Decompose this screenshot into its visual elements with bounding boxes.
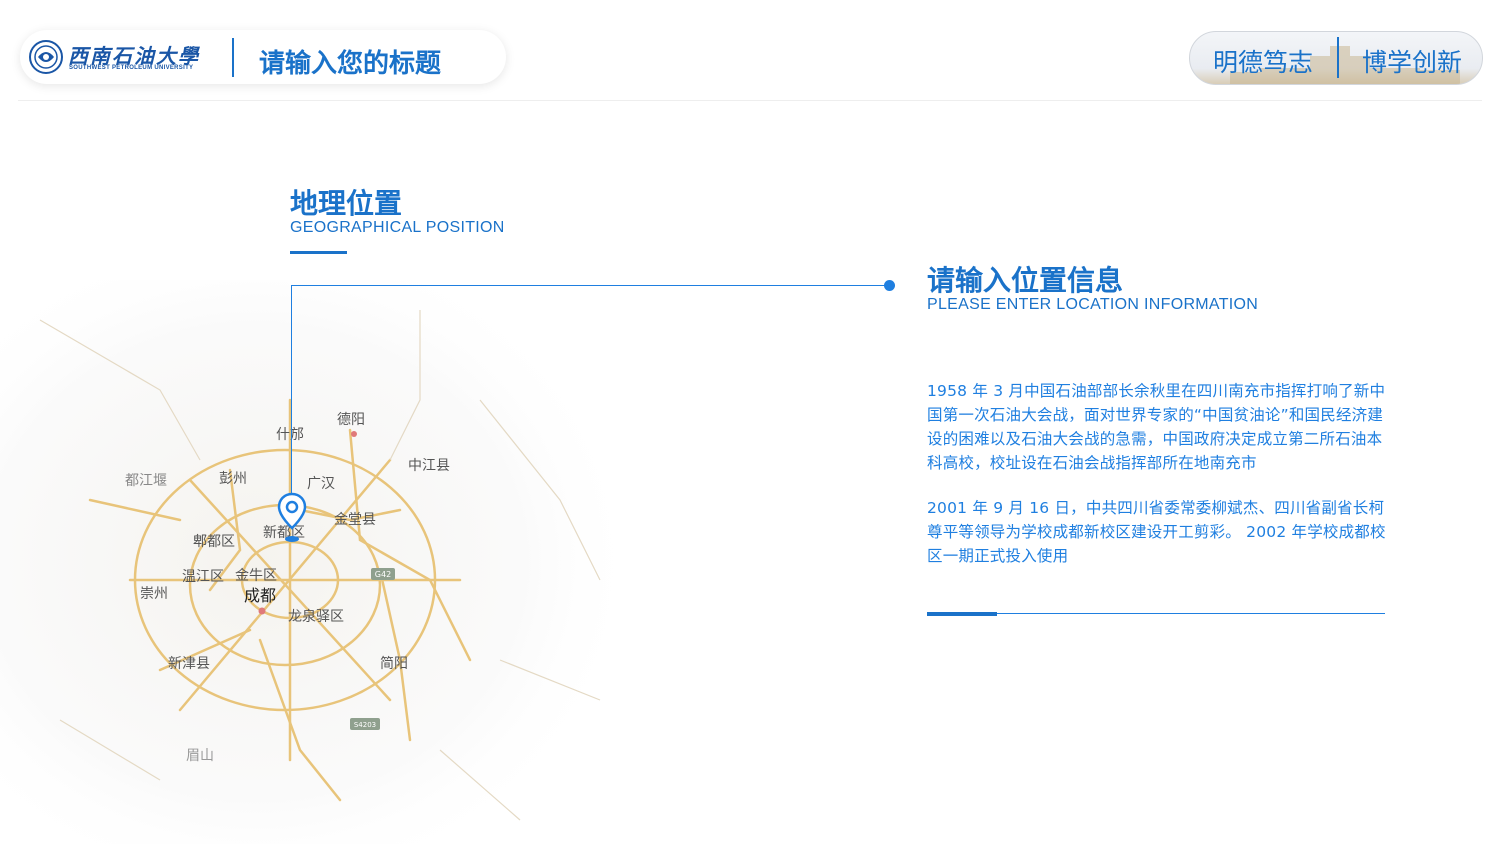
location-pin-icon [277, 492, 307, 542]
road-badge-g42: G42 [375, 570, 391, 579]
info-paragraph-2: 2001 年 9 月 16 日，中共四川省委常委柳斌杰、四川省副省长柯尊平等领导… [927, 499, 1386, 565]
connector-vertical-line [291, 285, 292, 498]
map-label-shifang: 什邡 [276, 426, 304, 443]
map-label-pixian: 郫都区 [193, 534, 235, 550]
map-label-jintang: 金堂县 [334, 512, 376, 528]
header-divider [232, 38, 234, 77]
info-subtitle: PLEASE ENTER LOCATION INFORMATION [927, 296, 1259, 313]
map-label-pengzhou: 彭州 [219, 471, 247, 487]
city-dot-chengdu [258, 607, 266, 615]
map-label-xinjin: 新津县 [168, 656, 210, 672]
section-subtitle: GEOGRAPHICAL POSITION [290, 219, 505, 236]
map-label-jinniu: 金牛区 [235, 568, 277, 584]
connector-dot [884, 280, 895, 291]
map-label-chongzhou: 崇州 [140, 586, 168, 602]
header-rule [18, 100, 1482, 101]
section-underline [290, 251, 347, 254]
city-dot-deyang [351, 431, 357, 437]
map-label-deyang: 德阳 [337, 412, 365, 428]
info-divider-accent [927, 612, 997, 616]
chengdu-map: G42 S4203 德阳 什邡 中江县 都江堰 彭州 广汉 新都区 金堂县 郫都… [0, 280, 640, 844]
info-paragraph-1: 1958 年 3 月中国石油部部长余秋里在四川南充市指挥打响了新中国第一次石油大… [927, 382, 1386, 472]
road-badge-s4203: S4203 [354, 721, 376, 729]
motto-divider [1337, 37, 1339, 78]
map-label-zhongjiang: 中江县 [408, 458, 450, 474]
section-title: 地理位置 [290, 187, 403, 220]
map-label-meishan: 眉山 [186, 748, 214, 764]
map-label-dujiangyan: 都江堰 [125, 473, 167, 489]
info-title: 请输入位置信息 [927, 264, 1124, 297]
map-label-jianyang: 简阳 [380, 655, 408, 672]
map-label-wenjiang: 温江区 [182, 569, 224, 585]
map-label-guanghan: 广汉 [307, 476, 335, 492]
logo-subtitle: SOUTHWEST PETROLEUM UNIVERSITY [69, 65, 194, 71]
page-title[interactable]: 请输入您的标题 [259, 43, 441, 80]
map-label-chengdu: 成都 [244, 586, 276, 605]
map-label-longquanyi: 龙泉驿区 [288, 608, 344, 625]
motto-left: 明德笃志 [1213, 48, 1314, 77]
connector-horizontal-line [291, 285, 889, 286]
motto-right: 博学创新 [1362, 48, 1463, 77]
